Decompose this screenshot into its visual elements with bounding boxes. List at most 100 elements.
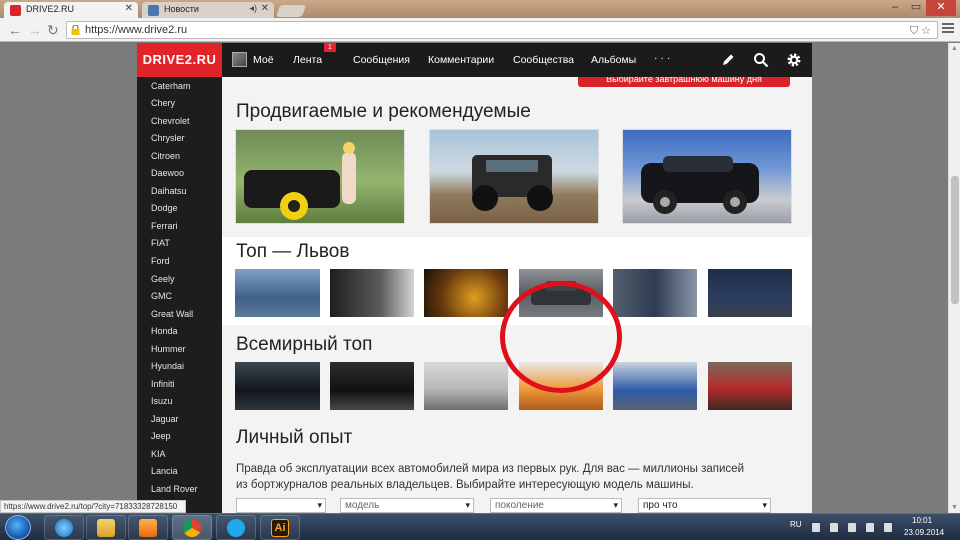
brand-select[interactable] bbox=[236, 498, 326, 513]
tab-news[interactable]: Новости ◂) ✕ bbox=[142, 2, 274, 18]
folder-icon bbox=[97, 519, 115, 537]
scroll-down-icon[interactable]: ▼ bbox=[951, 504, 958, 511]
generation-select[interactable]: поколение bbox=[490, 498, 622, 513]
maximize-button[interactable]: ▭ bbox=[906, 0, 926, 16]
avatar[interactable] bbox=[232, 52, 247, 67]
brand-sidebar: DRIVE2.RU Caterham Chery Chevrolet Chrys… bbox=[137, 43, 222, 513]
top-city-photo[interactable] bbox=[424, 269, 508, 317]
brand-link[interactable]: Lancia bbox=[151, 466, 178, 476]
car-photo-icon bbox=[244, 142, 356, 220]
scroll-thumb[interactable] bbox=[951, 176, 959, 304]
top-city-photo[interactable] bbox=[330, 269, 414, 317]
illustrator-icon: Ai bbox=[271, 519, 289, 537]
tray-app-icon[interactable] bbox=[830, 523, 838, 532]
clock-time[interactable]: 10:01 bbox=[912, 516, 932, 525]
brand-link[interactable]: Hummer bbox=[151, 344, 186, 354]
tab-drive2[interactable]: DRIVE2.RU ✕ bbox=[4, 2, 138, 18]
top-city-photo[interactable] bbox=[708, 269, 792, 317]
volume-icon[interactable] bbox=[884, 523, 892, 532]
page-scrollbar[interactable]: ▲ ▼ bbox=[948, 43, 960, 513]
gear-icon[interactable] bbox=[786, 52, 802, 68]
start-button[interactable] bbox=[5, 515, 31, 540]
brand-link[interactable]: Dodge bbox=[151, 203, 178, 213]
brand-link[interactable]: Chevrolet bbox=[151, 116, 190, 126]
illustrator-taskbar-button[interactable]: Ai bbox=[260, 515, 300, 540]
world-top-photo[interactable] bbox=[613, 362, 697, 410]
windows-taskbar: Ai RU 10:01 23.09.2014 bbox=[0, 513, 960, 540]
brand-link[interactable]: GMC bbox=[151, 291, 172, 301]
brand-link[interactable]: Chery bbox=[151, 98, 175, 108]
brand-link[interactable]: FIAT bbox=[151, 238, 170, 248]
brand-link[interactable]: Land Rover bbox=[151, 484, 198, 494]
brand-link[interactable]: Jeep bbox=[151, 431, 171, 441]
scroll-up-icon[interactable]: ▲ bbox=[951, 45, 958, 52]
explorer-taskbar-button[interactable] bbox=[86, 515, 126, 540]
world-top-photo[interactable] bbox=[330, 362, 414, 410]
promoted-photo[interactable] bbox=[429, 129, 599, 224]
brand-link[interactable]: Great Wall bbox=[151, 309, 193, 319]
reload-icon[interactable]: ↻ bbox=[47, 22, 59, 38]
forward-icon[interactable]: → bbox=[28, 22, 42, 38]
world-top-photo[interactable] bbox=[424, 362, 508, 410]
topic-select[interactable]: про что bbox=[638, 498, 771, 513]
brand-link[interactable]: KIA bbox=[151, 449, 166, 459]
nav-communities[interactable]: Сообщества bbox=[513, 54, 574, 66]
world-top-photo[interactable] bbox=[708, 362, 792, 410]
promo-button[interactable]: Выбирайте завтрашнюю машину дня bbox=[578, 77, 790, 87]
minimize-button[interactable]: – bbox=[884, 0, 906, 16]
site-logo[interactable]: DRIVE2.RU bbox=[137, 43, 222, 77]
tray-arrow-icon[interactable] bbox=[812, 523, 820, 532]
search-icon[interactable] bbox=[753, 52, 769, 68]
language-indicator[interactable]: RU bbox=[790, 520, 802, 529]
brand-link[interactable]: Daihatsu bbox=[151, 186, 187, 196]
menu-icon[interactable] bbox=[942, 23, 954, 35]
brand-link[interactable]: Citroen bbox=[151, 151, 180, 161]
brand-link[interactable]: Caterham bbox=[151, 81, 191, 91]
world-top-photo[interactable] bbox=[235, 362, 320, 410]
highlight-circle bbox=[500, 281, 622, 393]
car-photo-icon bbox=[641, 156, 759, 214]
media-taskbar-button[interactable] bbox=[128, 515, 168, 540]
nav-moe[interactable]: Моё bbox=[253, 54, 274, 66]
car-photo-icon bbox=[472, 155, 553, 211]
brand-link[interactable]: Ferrari bbox=[151, 221, 178, 231]
brand-link[interactable]: Infiniti bbox=[151, 379, 175, 389]
chrome-taskbar-button[interactable] bbox=[172, 515, 212, 540]
nav-lenta[interactable]: Лента bbox=[293, 54, 322, 66]
close-window-button[interactable]: ✕ bbox=[926, 0, 956, 16]
brand-link[interactable]: Honda bbox=[151, 326, 178, 336]
ie-taskbar-button[interactable] bbox=[44, 515, 84, 540]
brand-link[interactable]: Jaguar bbox=[151, 414, 179, 424]
brand-link[interactable]: Geely bbox=[151, 274, 175, 284]
pencil-icon[interactable] bbox=[720, 52, 736, 68]
top-city-photo[interactable] bbox=[235, 269, 320, 317]
nav-albums[interactable]: Альбомы bbox=[591, 54, 636, 66]
network-icon[interactable] bbox=[866, 523, 874, 532]
brand-link[interactable]: Hyundai bbox=[151, 361, 184, 371]
promoted-photo[interactable] bbox=[235, 129, 405, 224]
nav-messages[interactable]: Сообщения bbox=[353, 54, 410, 66]
back-icon[interactable]: ← bbox=[8, 22, 22, 38]
extension-icons[interactable]: ⛉ ☆ bbox=[910, 23, 931, 39]
close-icon[interactable]: ✕ bbox=[125, 3, 133, 14]
chrome-icon bbox=[183, 519, 201, 537]
brand-link[interactable]: Chrysler bbox=[151, 133, 185, 143]
new-tab-button[interactable] bbox=[275, 5, 307, 17]
brand-link[interactable]: Ford bbox=[151, 256, 170, 266]
nav-comments[interactable]: Комментарии bbox=[428, 54, 494, 66]
section-title-experience: Личный опыт bbox=[236, 427, 353, 448]
site-navbar: Моё Лента 1 Сообщения Комментарии Сообще… bbox=[222, 43, 812, 77]
model-select[interactable]: модель bbox=[340, 498, 474, 513]
clock-date[interactable]: 23.09.2014 bbox=[904, 528, 944, 537]
vk-favicon-icon bbox=[148, 5, 159, 16]
main-content: Выбирайте завтрашнюю машину дня Продвига… bbox=[222, 77, 812, 513]
promoted-photo[interactable] bbox=[622, 129, 792, 224]
top-city-photo[interactable] bbox=[613, 269, 697, 317]
close-icon[interactable]: ✕ bbox=[261, 3, 269, 14]
skype-taskbar-button[interactable] bbox=[216, 515, 256, 540]
brand-link[interactable]: Daewoo bbox=[151, 168, 184, 178]
battery-icon[interactable] bbox=[848, 523, 856, 532]
brand-link[interactable]: Isuzu bbox=[151, 396, 173, 406]
nav-more[interactable]: · · · bbox=[654, 52, 670, 64]
address-input[interactable]: https://www.drive2.ru ⛉ ☆ bbox=[66, 21, 938, 39]
